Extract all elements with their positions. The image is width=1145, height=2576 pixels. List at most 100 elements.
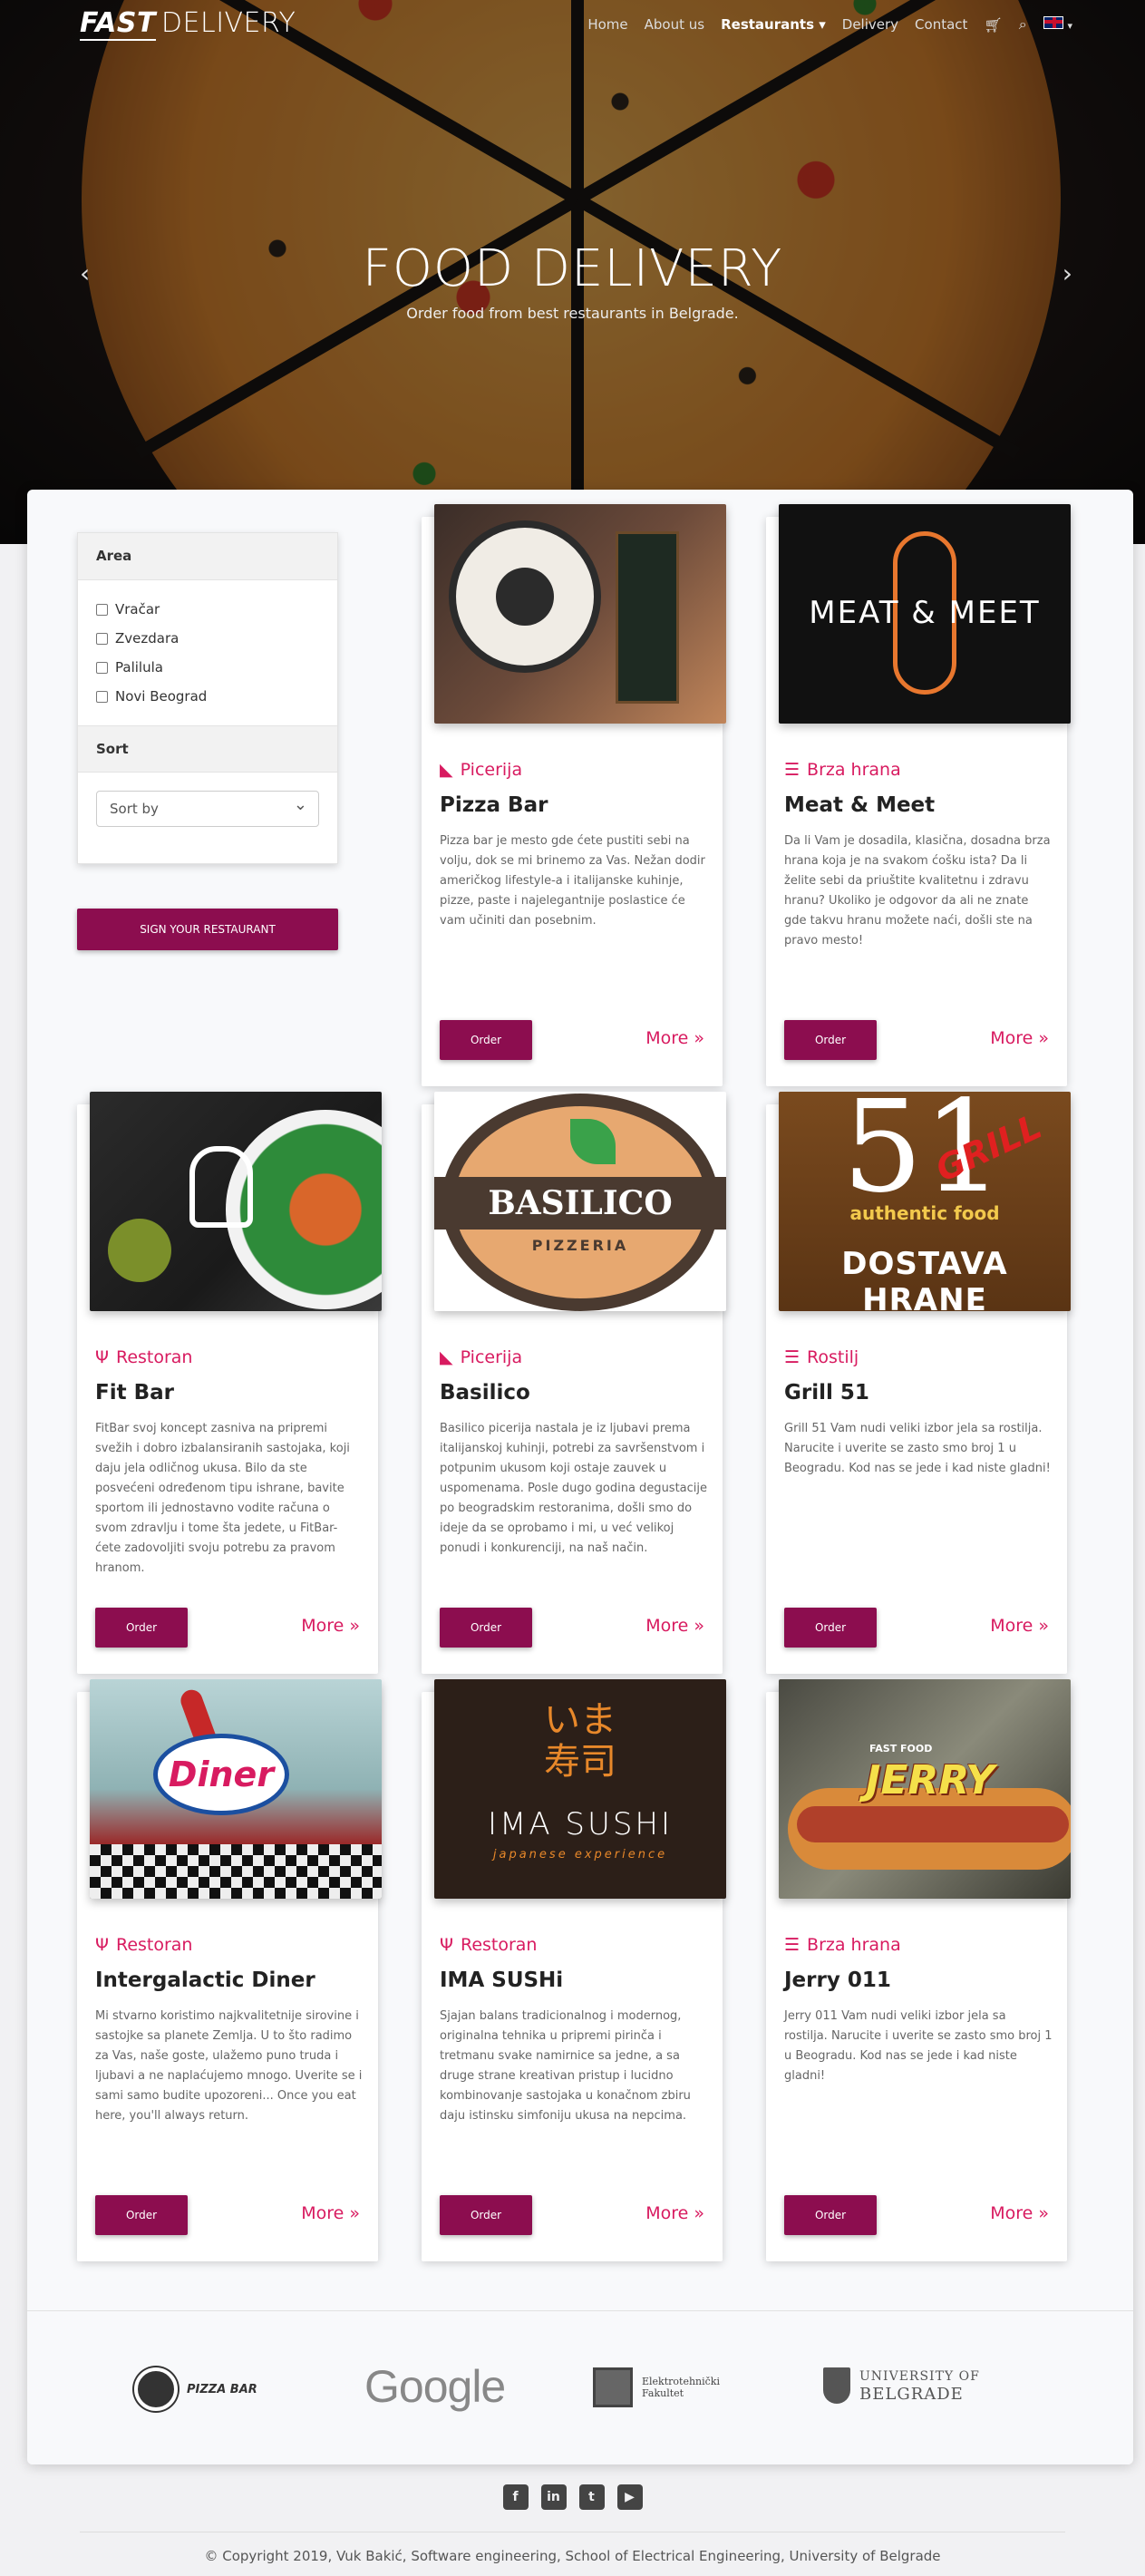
more-link[interactable]: More »	[990, 1028, 1049, 1048]
linkedin-icon[interactable]: in	[540, 2484, 567, 2510]
restaurant-description: FitBar svoj koncept zasniva na pripremi …	[95, 1422, 350, 1575]
pizza-bar-logo	[449, 520, 601, 673]
nav-restaurants[interactable]: Restaurants ▾	[721, 16, 826, 33]
hot-dog-sausage	[797, 1806, 1069, 1842]
partner-etf[interactable]: Elektrotehnički Fakultet	[593, 2367, 720, 2407]
restaurant-description: Mi stvarno koristimo najkvalitetnije sir…	[95, 2009, 363, 2123]
order-button[interactable]: Order	[784, 1020, 877, 1060]
caret-down-icon: ▾	[819, 16, 826, 33]
bg-line-1: UNIVERSITY OF	[859, 2369, 980, 2384]
order-button[interactable]: Order	[784, 1608, 877, 1648]
utensils-icon: Ψ	[95, 1935, 109, 1955]
authentic-food-text: authentic food	[849, 1202, 1000, 1224]
partner-pizza-bar[interactable]: PIZZA BAR	[134, 2367, 257, 2411]
youtube-icon[interactable]: ▶	[616, 2484, 643, 2510]
order-button[interactable]: Order	[95, 1608, 188, 1648]
more-link[interactable]: More »	[645, 1028, 704, 1048]
restaurant-name: Intergalactic Diner	[95, 1968, 315, 1992]
restaurant-card: Ψ Restoran Fit Bar FitBar svoj koncept za…	[77, 1092, 382, 1674]
category-label: ◣ Picerija	[440, 1347, 522, 1367]
checkbox[interactable]	[96, 661, 108, 674]
hero-subtitle: Order food from best restaurants in Belg…	[406, 305, 739, 322]
restaurant-description: Sjajan balans tradicionalnog i modernog,…	[440, 2009, 691, 2123]
partner-google[interactable]: Google	[364, 2360, 506, 2413]
category-text: Restoran	[115, 1935, 193, 1955]
caret-down-icon: ▾	[1067, 20, 1072, 32]
more-link[interactable]: More »	[301, 1616, 360, 1636]
fast-food-text: FAST FOOD	[869, 1743, 933, 1755]
more-link[interactable]: More »	[301, 2203, 360, 2223]
checkbox-label: Palilula	[115, 659, 163, 676]
nav-about[interactable]: About us	[645, 16, 704, 33]
copyright-text: © Copyright 2019, Vuk Bakić, Software en…	[204, 2548, 941, 2564]
more-link[interactable]: More »	[645, 2203, 704, 2223]
smoothie-glass	[108, 1219, 171, 1282]
nav-restaurants-label: Restaurants	[721, 16, 815, 33]
order-button[interactable]: Order	[95, 2195, 188, 2235]
checkbox-label: Zvezdara	[115, 630, 180, 646]
restaurant-name: Fit Bar	[95, 1381, 174, 1405]
etf-logo-icon	[593, 2367, 633, 2407]
restaurant-image-ima-sushi[interactable]: いま 寿司 IMA SUSHI japanese experience	[434, 1679, 726, 1899]
search-icon[interactable]: ⌕	[1019, 15, 1027, 34]
japanese-text: いま 寿司	[544, 1699, 616, 1783]
bg-line-2: BELGRADE	[859, 2385, 964, 2404]
pizzeria-text: PIZZERIA	[531, 1237, 629, 1254]
checkbox-label: Novi Beograd	[115, 688, 208, 705]
restaurant-image-intergalactic-diner[interactable]: Diner	[90, 1679, 382, 1899]
order-button[interactable]: Order	[440, 1608, 532, 1648]
restaurant-image-jerry-011[interactable]: FAST FOOD JERRY	[779, 1679, 1071, 1899]
area-checkbox-novi-beograd[interactable]: Novi Beograd	[78, 682, 337, 711]
checkbox[interactable]	[96, 690, 108, 703]
restaurant-name: Basilico	[440, 1381, 530, 1405]
cart-icon[interactable]: 🛒︎	[984, 16, 1002, 34]
more-link[interactable]: More »	[990, 2203, 1049, 2223]
restaurant-image-meat-meet[interactable]: MEAT & MEET	[779, 504, 1071, 724]
area-checkbox-palilula[interactable]: Palilula	[78, 653, 337, 682]
restaurant-name: IMA SUSHi	[440, 1968, 564, 1992]
sign-restaurant-button[interactable]: SIGN YOUR RESTAURANT	[77, 909, 338, 950]
facebook-icon[interactable]: f	[502, 2484, 529, 2510]
brand-logo[interactable]: FAST DELIVERY	[80, 7, 296, 41]
sort-select[interactable]: Sort by	[96, 791, 319, 827]
etf-line-1: Elektrotehnički	[642, 2376, 720, 2387]
order-button[interactable]: Order	[784, 2195, 877, 2235]
restaurant-image-grill-51[interactable]: 51 GRILL authentic food DOSTAVA HRANE	[779, 1092, 1071, 1311]
order-button[interactable]: Order	[440, 1020, 532, 1060]
navbar: FAST DELIVERY Home About us Restaurants ▾…	[0, 0, 1145, 51]
area-checkbox-vracar[interactable]: Vračar	[78, 595, 337, 624]
area-checkbox-zvezdara[interactable]: Zvezdara	[78, 624, 337, 653]
restaurant-card: FAST FOOD JERRY ☰ Brza hrana Jerry 011 Jer…	[766, 1679, 1071, 2261]
nav-contact[interactable]: Contact	[915, 16, 967, 33]
brand-light: DELIVERY	[160, 7, 296, 39]
nav-delivery[interactable]: Delivery	[842, 16, 898, 33]
category-text: Picerija	[460, 760, 523, 780]
social-links: f in t ▶	[0, 2484, 1145, 2510]
restaurant-description: Da li Vam je dosadila, klasična, dosadna…	[784, 834, 1051, 948]
restaurant-image-fit-bar[interactable]	[90, 1092, 382, 1311]
category-label: ☰ Brza hrana	[784, 760, 901, 780]
language-dropdown[interactable]: ▾	[1043, 16, 1072, 33]
checkbox[interactable]	[96, 632, 108, 645]
category-label: ☰ Brza hrana	[784, 1935, 901, 1955]
twitter-icon[interactable]: t	[578, 2484, 605, 2510]
restaurant-name: Pizza Bar	[440, 793, 548, 817]
basilico-logo-text: BASILICO	[434, 1177, 726, 1230]
category-text: Rostilj	[807, 1347, 859, 1367]
partners-strip: PIZZA BAR Google Elektrotehnički Fakultet…	[27, 2310, 1133, 2464]
hero-title: FOOD DELIVERY	[362, 239, 783, 298]
checkbox[interactable]	[96, 603, 108, 616]
menu-board	[616, 531, 679, 704]
burger-icon: ☰	[784, 1935, 801, 1955]
partner-university-belgrade[interactable]: UNIVERSITY OF BELGRADE	[823, 2367, 980, 2404]
restaurant-image-basilico[interactable]: BASILICO PIZZERIA	[434, 1092, 726, 1311]
restaurant-image-pizza-bar[interactable]	[434, 504, 726, 724]
more-link[interactable]: More »	[990, 1616, 1049, 1636]
nav-home[interactable]: Home	[587, 16, 627, 33]
more-link[interactable]: More »	[645, 1616, 704, 1636]
restaurant-name: Meat & Meet	[784, 793, 936, 817]
order-button[interactable]: Order	[440, 2195, 532, 2235]
utensils-icon: Ψ	[440, 1935, 453, 1955]
partner-label: PIZZA BAR	[187, 2382, 257, 2396]
category-label: Ψ Restoran	[440, 1935, 537, 1955]
